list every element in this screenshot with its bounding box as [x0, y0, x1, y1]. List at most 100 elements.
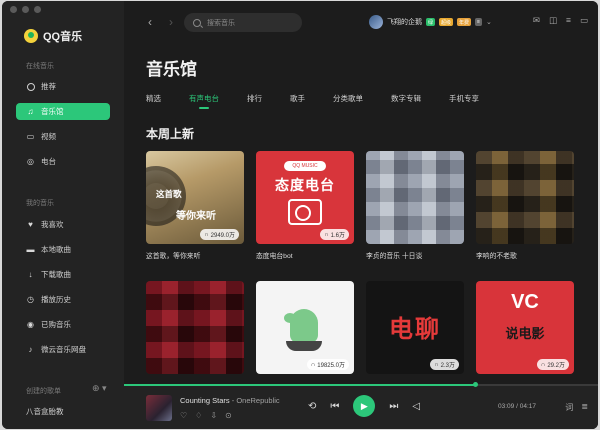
album-cover[interactable]: 电聊 ∩ 2.3万	[366, 281, 464, 374]
headphones-icon: ∩	[204, 231, 209, 238]
now-playing-info[interactable]: Counting Stars - OneRepublic	[180, 396, 280, 405]
playlist-icon[interactable]: ≣	[581, 402, 588, 413]
album-card[interactable]: QQ MUSIC RADIO 态度电台 ∩ 1.6万 态度电台bot	[256, 151, 354, 260]
album-card[interactable]: 李贞的音乐 十日谈	[366, 151, 464, 260]
progress-handle[interactable]	[472, 382, 478, 387]
tab-charts[interactable]: 排行	[247, 93, 262, 104]
loop-icon[interactable]: ⟲	[308, 401, 316, 412]
close-window-button[interactable]	[10, 6, 17, 13]
album-cover[interactable]	[146, 281, 244, 374]
radio-icon: ◎	[27, 157, 34, 166]
cloud-note-icon: ♪	[28, 345, 33, 354]
user-profile[interactable]: 飞翔的企鹅 绿 超级 年费 ≡ ⌄	[369, 15, 492, 29]
maximize-window-button[interactable]	[34, 6, 41, 13]
avatar[interactable]	[369, 15, 383, 29]
sidebar-item-label: 音乐馆	[41, 107, 64, 116]
top-bar: ‹ › 搜索音乐 飞翔的企鹅 绿 超级 年费 ≡ ⌄ ✉ ◫ ≡ ▭	[124, 1, 598, 45]
play-button[interactable]: ▶	[353, 395, 376, 417]
sidebar-item-label: 下载歌曲	[41, 270, 71, 279]
album-cover[interactable]: QQ MUSIC RADIO 态度电台 ∩ 1.6万	[256, 151, 354, 244]
play-count: ∩ 19825.0万	[306, 359, 349, 370]
sidebar-item-purchased[interactable]: ◉ 已购音乐	[16, 316, 110, 333]
song-title[interactable]: Counting Stars	[180, 396, 230, 405]
menu-icon[interactable]: ≡	[566, 15, 571, 26]
sidebar-item-history[interactable]: ◷ 播放历史	[16, 291, 110, 308]
cover-text: 这首歌	[156, 189, 182, 199]
dislike-icon[interactable]: ♢	[195, 411, 202, 420]
level-badge: ≡	[475, 18, 482, 26]
album-card[interactable]: ∩ 19825.0万	[256, 281, 354, 374]
sidebar-item-radio[interactable]: ◎ 电台	[16, 153, 110, 170]
sidebar-item-downloads[interactable]: ↓ 下载歌曲	[16, 266, 110, 283]
progress-bar[interactable]	[124, 382, 598, 387]
album-cover[interactable]: 这首歌 等你来听 ∩ 2949.0万	[146, 151, 244, 244]
album-card[interactable]: 李响的不老歌	[476, 151, 574, 260]
tab-audio-radio[interactable]: 有声电台	[189, 93, 219, 109]
back-arrow-icon[interactable]: ‹	[148, 15, 152, 29]
mini-mode-icon[interactable]: ▭	[580, 15, 588, 26]
sidebar-item-liked[interactable]: ♥ 我喜欢	[16, 216, 110, 233]
skin-icon[interactable]: ◫	[549, 15, 557, 26]
cover-text: 态度电台	[275, 177, 335, 193]
next-icon[interactable]: ⏭	[389, 401, 398, 412]
tab-playlists[interactable]: 分类歌单	[333, 93, 363, 104]
toolbar: ✉ ◫ ≡ ▭	[533, 15, 588, 26]
player-bar: Counting Stars - OneRepublic ♡ ♢ ⇩ ⊙ ⟲ ⏮…	[124, 382, 598, 429]
artist-name[interactable]: - OneRepublic	[232, 396, 280, 405]
album-cover[interactable]	[366, 151, 464, 244]
sidebar-item-video[interactable]: ▭ 视频	[16, 128, 110, 145]
forward-arrow-icon[interactable]: ›	[169, 15, 173, 29]
tab-mobile-exclusive[interactable]: 手机专享	[449, 93, 479, 104]
username[interactable]: 飞翔的企鹅	[387, 17, 422, 27]
add-playlist-icon[interactable]: ⊕ ▾	[92, 383, 107, 394]
now-playing-cover[interactable]	[146, 395, 172, 421]
time-display: 03:09 / 04:17	[498, 403, 536, 410]
sidebar: QQ音乐 在线音乐 推荐 ♫ 音乐馆 ▭ 视频 ◎ 电台 我的音乐 ♥ 我喜欢 …	[2, 1, 124, 429]
play-count: ∩ 29.2万	[537, 359, 569, 370]
cover-text: 说电影	[505, 326, 545, 341]
song-actions: ♡ ♢ ⇩ ⊙	[180, 411, 232, 420]
minimize-window-button[interactable]	[22, 6, 29, 13]
sidebar-item-local[interactable]: ▬ 本地歌曲	[16, 241, 110, 258]
cover-text: QQ MUSIC RADIO	[284, 161, 326, 179]
download-icon[interactable]: ⇩	[210, 411, 217, 420]
more-icon[interactable]: ⊙	[225, 411, 232, 420]
download-icon: ↓	[28, 270, 33, 279]
chevron-down-icon[interactable]: ⌄	[486, 18, 492, 26]
tab-digital-albums[interactable]: 数字专辑	[391, 93, 421, 104]
sidebar-item-cloud-drive[interactable]: ♪ 微云音乐网盘	[16, 341, 110, 358]
album-cover[interactable]: VC 说电影 ∩ 29.2万	[476, 281, 574, 374]
playback-controls: ⟲ ⏮ ▶ ⏭ ◁	[308, 395, 420, 417]
album-card[interactable]: 电聊 ∩ 2.3万	[366, 281, 464, 374]
sidebar-item-label: 我喜欢	[41, 220, 64, 229]
sidebar-item-label: 已购音乐	[41, 320, 71, 329]
tab-singers[interactable]: 歌手	[290, 93, 305, 104]
album-title[interactable]: 李响的不老歌	[476, 250, 574, 260]
lyrics-button[interactable]: 词	[565, 402, 573, 413]
album-card[interactable]: 这首歌 等你来听 ∩ 2949.0万 这首歌，等你来听	[146, 151, 244, 260]
album-card[interactable]	[146, 281, 244, 374]
sidebar-item-recommend[interactable]: 推荐	[16, 78, 110, 95]
video-icon: ▭	[26, 132, 35, 141]
playlist-item[interactable]: 八音盒胎教	[26, 406, 64, 417]
tab-featured[interactable]: 精选	[146, 93, 161, 104]
mail-icon[interactable]: ✉	[533, 15, 540, 26]
volume-icon[interactable]: ◁	[412, 401, 420, 412]
app-window: QQ音乐 在线音乐 推荐 ♫ 音乐馆 ▭ 视频 ◎ 电台 我的音乐 ♥ 我喜欢 …	[2, 1, 598, 429]
section-title: 本周上新	[146, 127, 195, 141]
progress-fill	[124, 384, 475, 386]
search-input[interactable]: 搜索音乐	[184, 13, 302, 32]
sidebar-item-music-hall[interactable]: ♫ 音乐馆	[16, 103, 110, 120]
album-title[interactable]: 态度电台bot	[256, 250, 354, 260]
album-title[interactable]: 这首歌，等你来听	[146, 250, 244, 260]
heart-icon[interactable]: ♡	[180, 411, 187, 420]
album-cover[interactable]: ∩ 19825.0万	[256, 281, 354, 374]
previous-icon[interactable]: ⏮	[330, 401, 339, 412]
search-placeholder: 搜索音乐	[207, 19, 235, 27]
play-count: ∩ 2.3万	[430, 359, 459, 370]
app-logo[interactable]: QQ音乐	[24, 28, 82, 44]
sidebar-item-label: 电台	[41, 157, 56, 166]
album-card[interactable]: VC 说电影 ∩ 29.2万	[476, 281, 574, 374]
album-title[interactable]: 李贞的音乐 十日谈	[366, 250, 464, 260]
album-cover[interactable]	[476, 151, 574, 244]
